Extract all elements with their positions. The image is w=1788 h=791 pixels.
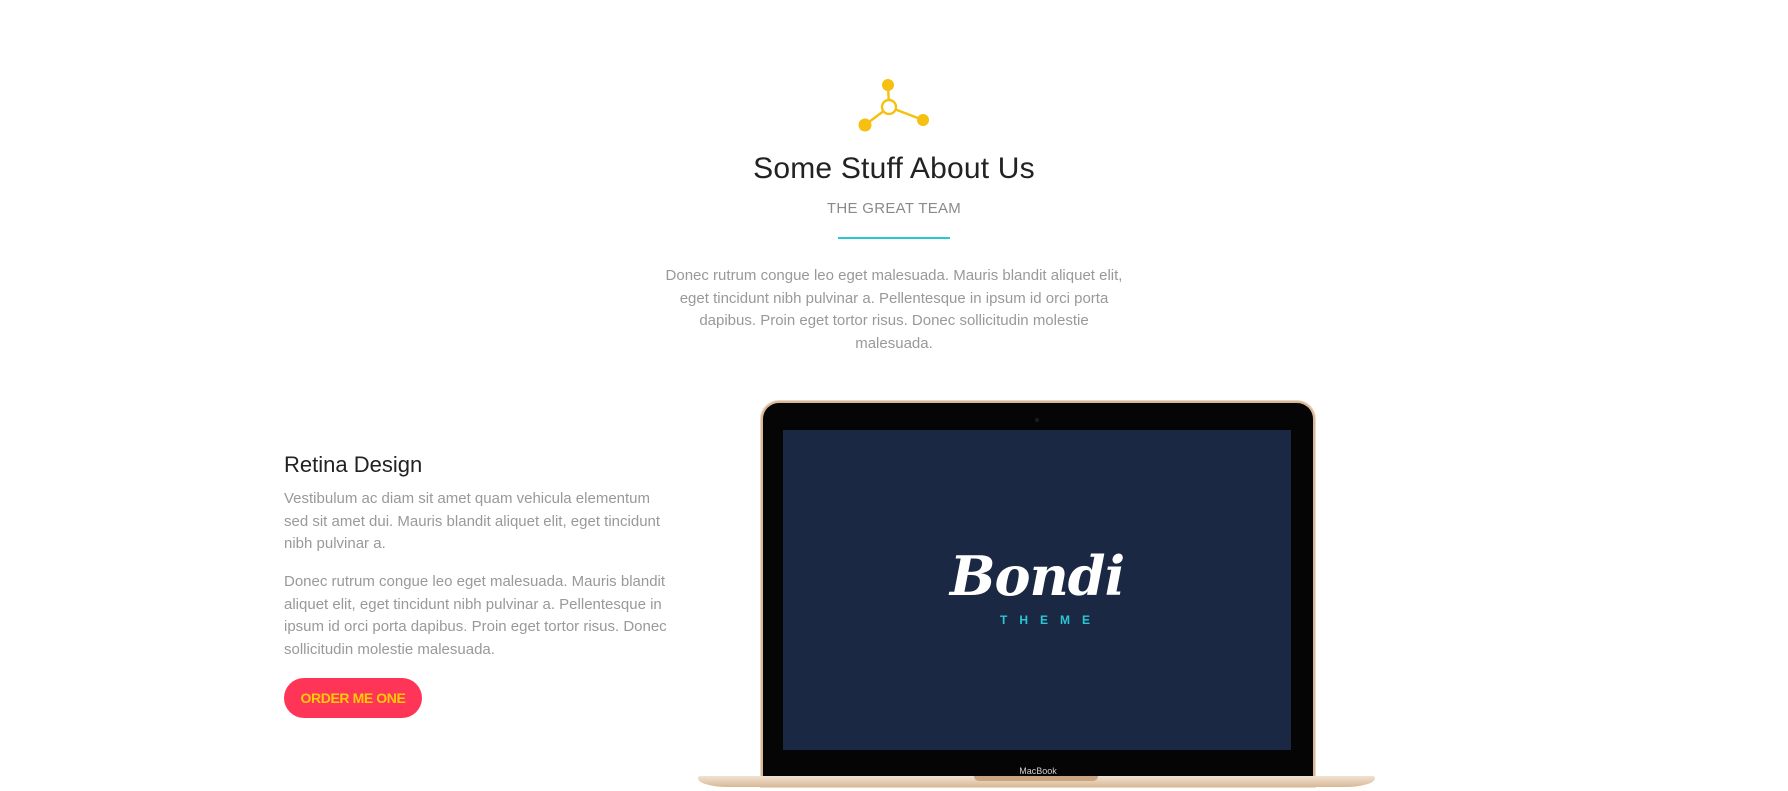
- laptop-notch: [974, 776, 1098, 781]
- title-divider: [838, 237, 950, 239]
- camera-icon: [1035, 418, 1039, 422]
- laptop-mockup: Bondi THEME MacBook: [698, 400, 1375, 791]
- feature-title: Retina Design: [284, 452, 423, 477]
- order-button[interactable]: ORDER ME ONE: [284, 678, 422, 718]
- section-intro: Donec rutrum congue leo eget malesuada. …: [665, 267, 1123, 352]
- screen-logo: Bondi: [949, 544, 1125, 608]
- laptop-brand: MacBook: [1019, 766, 1057, 776]
- section-subtitle: THE GREAT TEAM: [826, 200, 962, 217]
- screen-logo-sub: THEME: [1000, 613, 1102, 627]
- laptop-lid: Bondi THEME MacBook: [763, 403, 1313, 785]
- network-nodes-icon: [858, 79, 929, 132]
- laptop-screen: Bondi THEME: [783, 430, 1291, 750]
- feature-paragraph: Donec rutrum congue leo eget malesuada. …: [284, 573, 667, 658]
- feature-paragraph: Vestibulum ac diam sit amet quam vehicul…: [284, 490, 661, 553]
- section-title: Some Stuff About Us: [753, 152, 1035, 185]
